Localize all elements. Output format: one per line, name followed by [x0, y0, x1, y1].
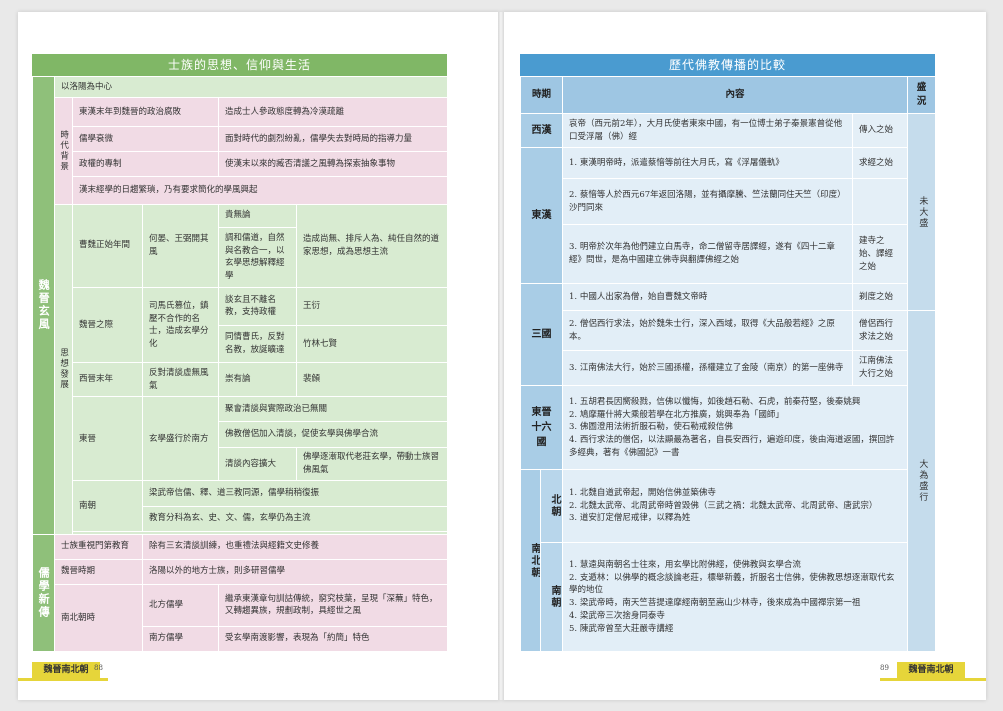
note-xihan: 傳入之始 — [852, 113, 909, 149]
bg-value: 使漢末以來的臧否清議之風轉為探索抽象事物 — [217, 151, 449, 178]
who-xijin: 裴頠 — [295, 362, 449, 398]
idea-dongjin-c: 清談內容擴大 — [218, 446, 297, 482]
chapter-badge-right: 魏晉南北朝 — [897, 662, 965, 678]
left-table-title: 士族的思想、信仰與生活 — [32, 54, 447, 76]
period-caowei: 曹魏正始年間 — [72, 203, 143, 289]
ruxue-value: 除有三玄清談訓練，也重禮法與經籍文史修養 — [141, 533, 449, 560]
idea-dongjin-a: 聚會清談與實際政治已無關 — [217, 396, 449, 423]
result-caowei: 造成尚無、排斥人為、純任自然的道家思想，成為思想主流 — [295, 203, 449, 289]
header-period: 時期 — [519, 75, 564, 115]
content-sanguo-3: 3. 江南佛法大行，始於三國孫權，孫權建立了金陵（南京）的第一座佛寺 — [562, 349, 854, 387]
content-donghan-2: 2. 蔡愔等人於西元67年返回洛陽，並有攝摩騰、竺法蘭同住天竺（印度）沙門同來 — [562, 178, 854, 226]
bg-value: 面對時代的劇烈紛亂，儒學失去對時局的指導力量 — [217, 126, 449, 153]
period-nanchao: 南朝 — [539, 542, 564, 652]
content-nanchao: 1. 慧遠與南朝名士往來，用玄學比附佛經，使佛教與玄學合流 2. 支遁林：以佛學… — [562, 542, 909, 652]
people-caowei: 何晏、王弼開其風 — [142, 203, 219, 289]
list-item: 4. 西行求法的僧侶，以法顯最為著名，自長安西行，遍遊印度，後由海道返國，撰回許… — [569, 435, 895, 458]
period-xijin: 西晉末年 — [72, 362, 143, 398]
list-item: 3. 梁武帝時，南天竺菩提達摩經南朝至嵩山少林寺，後來成為中國禪宗第一祖 — [569, 598, 861, 609]
period-sanguo: 三國 — [519, 282, 564, 387]
content-beichao: 1. 北魏自道武帝起，開始信佛並築佛寺 2. 北魏太武帝、北周武帝時曾毀佛（三武… — [562, 469, 909, 544]
ruxue-key: 士族重視門第教育 — [54, 533, 143, 560]
bg-key: 儒學衰微 — [72, 126, 219, 153]
intro-cell: 以洛陽為中心 — [53, 76, 449, 98]
status-flourish: 大為盛行 — [907, 310, 937, 652]
idea-xijin: 崇有論 — [218, 362, 297, 398]
list-item: 5. 陳武帝曾至大莊嚴寺講經 — [569, 623, 674, 634]
people-xijin: 反對清談虛無風氣 — [142, 362, 219, 398]
period-dongjin-a: 東晉 — [531, 407, 552, 419]
header-status: 盛況 — [907, 75, 937, 115]
list-item: 3. 道安訂定僧尼戒律，以釋為姓 — [569, 513, 691, 524]
who-weijin-b: 竹林七賢 — [295, 324, 449, 364]
content-sanguo-2: 2. 僧侶西行求法，始於魏朱士行，深入西域，取得《大品般若經》之原本。 — [562, 310, 854, 351]
list-item: 2. 支遁林：以佛學的概念談論老莊，標舉新義，折服名士信佛，使佛教思想逐漸取代玄… — [569, 572, 895, 596]
idea-weijin-b: 同情曹氏，反對名教，放誕曠達 — [218, 324, 297, 364]
right-table-title: 歷代佛教傳播的比較 — [520, 54, 935, 76]
footer-rule-right — [880, 678, 986, 681]
note-sanguo-2: 僧侶西行求法之始 — [852, 310, 909, 351]
content-donghan-3: 3. 明帝於次年為他們建立白馬寺，命二僧留寺居譯經，遂有《四十二章經》問世，是為… — [562, 224, 854, 284]
footer-rule-left — [18, 678, 108, 681]
book-gutter — [498, 12, 504, 700]
idea-caowei-a: 貴無論 — [218, 203, 297, 228]
list-item: 1. 五胡君長因嚮殺戮，信佛以懺悔，如後趙石勒、石虎，前秦苻堅，後秦姚興 — [569, 396, 861, 407]
bg-value: 造成士人參政態度轉為冷漠疏離 — [217, 96, 449, 128]
period-donghan: 東漢 — [519, 147, 564, 284]
who-weijin-a: 王衍 — [295, 287, 449, 326]
page-number-left: 88 — [94, 664, 103, 672]
header-content: 內容 — [562, 75, 909, 115]
period-dongjin-b: 十六國 — [531, 422, 552, 449]
list-item: 4. 梁武帝三次捨身同泰寺 — [569, 610, 665, 621]
side-label-xuanfeng: 魏晉玄風 — [32, 76, 55, 535]
ruxue-key: 南北朝時 — [54, 583, 143, 653]
bg-note: 漢末經學的日趨繁瑣，乃有要求簡化的學風興起 — [71, 176, 449, 205]
idea-caowei-b: 調和儒道，自然與名教合一，以玄學思想解釋經學 — [218, 226, 297, 289]
list-item: 1. 北魏自道武帝起，開始信佛並築佛寺 — [569, 487, 716, 498]
period-dongjin: 東晉 十六國 — [519, 385, 564, 471]
note-donghan-1: 求經之始 — [852, 147, 909, 180]
bg-key: 東漢末年到魏晉的政治腐敗 — [72, 96, 219, 128]
note-sanguo-3: 江南佛法大行之始 — [852, 349, 909, 387]
side-label-ruxue: 儒學新傳 — [32, 533, 55, 653]
content-dongjin: 1. 五胡君長因嚮殺戮，信佛以懺悔，如後趙石勒、石虎，前秦苻堅，後秦姚興 2. … — [562, 385, 909, 471]
list-item: 3. 佛圖澄用法術折服石勒，使石勒戒殺信佛 — [569, 422, 733, 433]
buddhism-spread-table: 時期 內容 盛況 西漢 哀帝（西元前2年），大月氏使者東來中國，有一位博士弟子秦… — [519, 75, 937, 652]
content-xihan: 哀帝（西元前2年），大月氏使者東來中國，有一位博士弟子秦景憲曾從他口受浮屠（佛）… — [562, 113, 854, 149]
note-donghan-3: 建寺之始、譯經之始 — [852, 224, 909, 284]
period-beichao: 北朝 — [539, 469, 564, 544]
result-dongjin-c: 佛學逐漸取代老莊玄學，帶動士族習佛風氣 — [295, 446, 449, 482]
scholar-thought-table: 魏晉玄風 以洛陽為中心 時代背景 東漢末年到魏晉的政治腐敗 造成士人參政態度轉為… — [32, 76, 449, 653]
ruxue-value: 洛陽以外的地方士族，則多研習儒學 — [141, 558, 449, 585]
note-sanguo-1: 剃度之始 — [852, 282, 909, 312]
ruxue-south-value: 受玄學南渡影響，表現為「約簡」特色 — [217, 625, 449, 653]
idea-weijin-a: 談玄且不離名教，支持政權 — [218, 287, 297, 326]
period-weijin: 魏晉之際 — [72, 287, 143, 364]
period-nanbei: 南北朝 — [520, 469, 541, 652]
idea-nanchao-a: 梁武帝信儒、釋、道三教同源，儒學稍稍復振 — [141, 480, 449, 507]
note-donghan-2 — [852, 178, 909, 226]
list-item: 2. 鳩摩羅什將大乘般若學在北方推廣，姚興奉為「國師」 — [569, 409, 784, 420]
content-donghan-1: 1. 東漢明帝時，派遣蔡愔等前往大月氏，寫《浮屠儀軌》 — [562, 147, 854, 180]
bg-key: 政權的專制 — [72, 151, 219, 178]
period-dongjin: 東晉 — [72, 396, 143, 482]
people-weijin: 司馬氏篡位，鎮壓不合作的名士，造成玄學分化 — [142, 287, 219, 364]
content-sanguo-1: 1. 中國人出家為僧，始自曹魏文帝時 — [562, 282, 854, 312]
period-xihan: 西漢 — [519, 113, 564, 149]
list-item: 2. 北魏太武帝、北周武帝時曾毀佛（三武之禍：北魏太武帝、北周武帝、唐武宗） — [569, 500, 878, 511]
period-nanchao: 南朝 — [72, 480, 143, 532]
list-item: 1. 慧遠與南朝名士往來，用玄學比附佛經，使佛教與玄學合流 — [569, 559, 801, 570]
status-early: 未大盛 — [907, 113, 937, 312]
idea-nanchao-b: 教育分科為玄、史、文、儒，玄學仍為主流 — [141, 505, 449, 532]
background-label: 時代背景 — [54, 96, 73, 205]
idea-dongjin-b: 佛教僧侶加入清談，促使玄學與佛學合流 — [217, 421, 449, 448]
ruxue-south: 南方儒學 — [142, 625, 219, 653]
page-number-right: 89 — [880, 664, 889, 672]
people-dongjin: 玄學盛行於南方 — [142, 396, 219, 482]
development-label: 思想發展 — [54, 203, 73, 535]
ruxue-north-value: 繼承東漢章句訓詁傳統，窮究枝葉，呈現「深蕪」特色，又轉趨異族，規劃政制，具經世之… — [217, 583, 449, 627]
chapter-badge-left: 魏晉南北朝 — [32, 662, 100, 678]
ruxue-north: 北方儒學 — [142, 583, 219, 627]
ruxue-key: 魏晉時期 — [54, 558, 143, 585]
